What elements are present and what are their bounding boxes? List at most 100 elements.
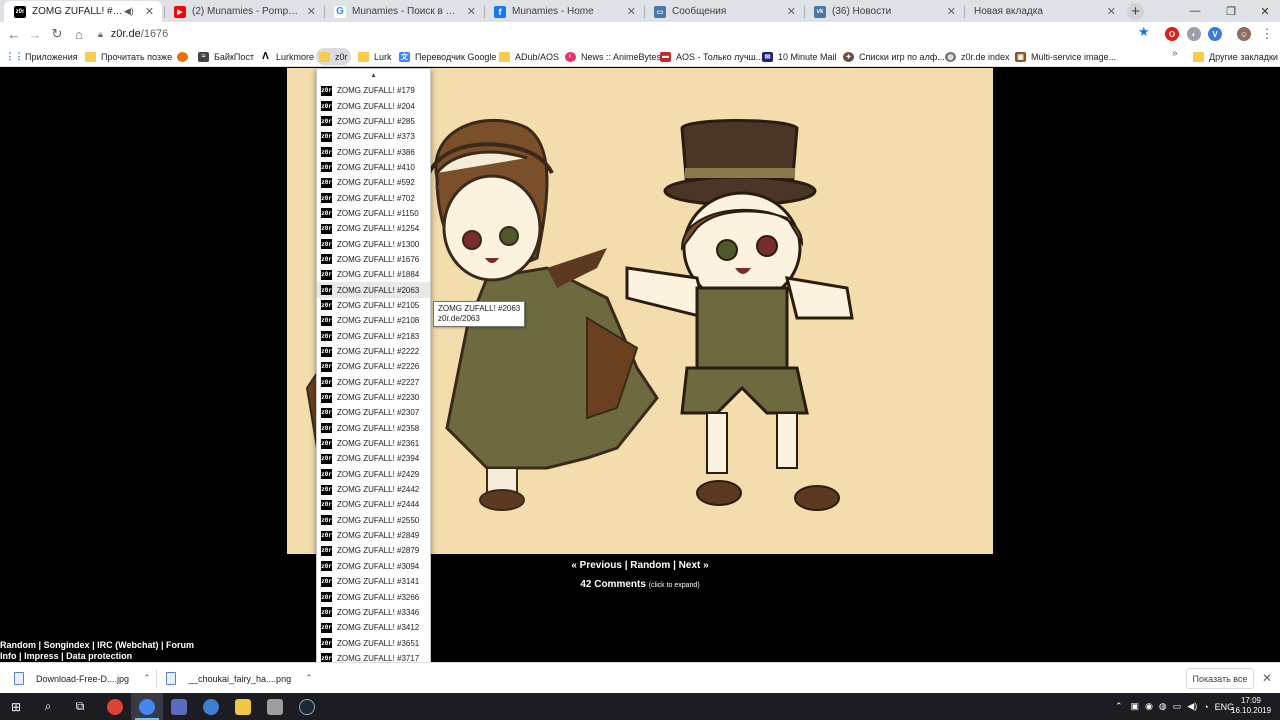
bookmark-aos[interactable]: ▬ AOS - Только лучш... xyxy=(657,48,766,65)
bookmark-google-translate[interactable]: 文 Переводчик Google xyxy=(396,48,499,65)
next-link[interactable]: Next » xyxy=(679,560,709,571)
more-bookmarks-icon[interactable]: » xyxy=(1172,48,1178,59)
address-bar[interactable]: 🔒︎ z0r.de/1676 xyxy=(92,24,1162,44)
footer-data-protection-link[interactable]: Data protection xyxy=(66,651,132,661)
footer-irc-link[interactable]: IRC (Webchat) xyxy=(97,640,158,650)
forward-button[interactable]: → xyxy=(26,25,44,43)
close-icon[interactable]: ✕ xyxy=(947,5,956,18)
vpn-icon[interactable]: V xyxy=(1208,27,1222,41)
download-item[interactable]: __choukai_fairy_ha....png ⌃ xyxy=(156,666,313,691)
bookmark-folder-item[interactable]: z0r ZOMG ZUFALL! #702 xyxy=(317,190,430,205)
random-link[interactable]: Random xyxy=(630,560,670,571)
bookmark-folder-item[interactable]: z0r ZOMG ZUFALL! #3094 xyxy=(317,559,430,574)
taskbar-app-chrome[interactable] xyxy=(99,693,131,720)
bookmark-folder-item[interactable]: z0r ZOMG ZUFALL! #2183 xyxy=(317,329,430,344)
bookmark-folder-item[interactable]: z0r ZOMG ZUFALL! #373 xyxy=(317,129,430,144)
taskbar-app-chrome-active[interactable] xyxy=(131,693,163,720)
bookmark-folder-item[interactable]: z0r ZOMG ZUFALL! #2879 xyxy=(317,543,430,558)
tab-z0r[interactable]: z0r ZOMG ZUFALL! #1676 ◀) ✕ xyxy=(4,1,162,22)
bookmark-folder-item[interactable]: z0r ZOMG ZUFALL! #2361 xyxy=(317,436,430,451)
tab-facebook[interactable]: f Munamies - Home ✕ xyxy=(484,1,644,22)
window-close-button[interactable]: ✕ xyxy=(1248,0,1280,22)
bookmark-folder-item[interactable]: z0r ZOMG ZUFALL! #3346 xyxy=(317,605,430,620)
tab-vk-news[interactable]: vk (36) Новости ✕ xyxy=(804,1,964,22)
home-button[interactable]: ⌂ xyxy=(70,25,88,43)
comments-toggle[interactable]: 42 Comments (click to expand) xyxy=(0,579,1280,590)
bookmark-read-later[interactable]: Прочитать позже xyxy=(82,48,175,65)
bookmark-folder-lurk[interactable]: Lurk xyxy=(355,48,395,65)
bookmark-folder-item[interactable]: z0r ZOMG ZUFALL! #2444 xyxy=(317,497,430,512)
tab-new[interactable]: Новая вкладка ✕ xyxy=(964,1,1124,22)
bookmark-bikepost[interactable]: ≈ БайкПост xyxy=(195,48,257,65)
close-icon[interactable]: ✕ xyxy=(145,5,154,18)
task-view-icon[interactable]: ⧉ xyxy=(64,693,96,720)
speaker-icon[interactable]: ◀) xyxy=(124,6,134,17)
avatar[interactable]: ☺ xyxy=(1237,27,1251,41)
taskbar-app-media[interactable] xyxy=(259,693,291,720)
taskbar-app-save[interactable] xyxy=(163,693,195,720)
bookmark-folder-item[interactable]: z0r ZOMG ZUFALL! #1300 xyxy=(317,236,430,251)
bookmark-star-icon[interactable]: ★ xyxy=(1138,24,1150,40)
bookmark-folder-item[interactable]: z0r ZOMG ZUFALL! #2063 xyxy=(317,282,430,298)
tray-vpn-icon[interactable]: ◍ xyxy=(1159,701,1167,712)
bookmark-folder-item[interactable]: z0r ZOMG ZUFALL! #2226 xyxy=(317,359,430,374)
tab-youtube[interactable]: ▶ (2) Munamies - Pomppufiilis - Yo ✕ xyxy=(164,1,324,22)
bookmark-folder-item[interactable]: z0r ZOMG ZUFALL! #285 xyxy=(317,114,430,129)
bookmark-folder-item[interactable]: z0r ZOMG ZUFALL! #3651 xyxy=(317,635,430,650)
bookmark-folder-item[interactable]: z0r ZOMG ZUFALL! #2230 xyxy=(317,390,430,405)
tab-google[interactable]: G Munamies - Поиск в Google ✕ xyxy=(324,1,484,22)
close-icon[interactable]: ✕ xyxy=(467,5,476,18)
bookmark-folder-item[interactable]: z0r ZOMG ZUFALL! #3141 xyxy=(317,574,430,589)
bookmark-folder-item[interactable]: z0r ZOMG ZUFALL! #386 xyxy=(317,144,430,159)
volume-icon[interactable]: ◀) xyxy=(1187,701,1197,712)
bookmark-folder-item[interactable]: z0r ZOMG ZUFALL! #592 xyxy=(317,175,430,190)
restore-button[interactable]: ❐ xyxy=(1214,0,1248,22)
bookmark-folder-item[interactable]: z0r ZOMG ZUFALL! #2222 xyxy=(317,344,430,359)
bookmark-folder-item[interactable]: z0r ZOMG ZUFALL! #179 xyxy=(317,83,430,98)
start-button[interactable]: ⊞ xyxy=(0,693,32,720)
footer-info-link[interactable]: Info xyxy=(0,651,17,661)
bookmark-animebytes[interactable]: ◐ News :: AnimeBytes xyxy=(562,48,664,65)
search-icon[interactable]: ⌕ xyxy=(32,693,64,720)
close-icon[interactable]: ✕ xyxy=(307,5,316,18)
previous-link[interactable]: « Previous xyxy=(571,560,622,571)
tray-app-icon[interactable]: ▣ xyxy=(1131,701,1140,712)
chevron-up-icon[interactable]: ⌃ xyxy=(143,673,151,684)
back-button[interactable]: ← xyxy=(5,25,23,43)
bookmark-folder-item[interactable]: z0r ZOMG ZUFALL! #410 xyxy=(317,160,430,175)
bookmark-z0r-index[interactable]: ◍ z0r.de index xyxy=(942,48,1013,65)
bookmark-folder-item[interactable]: z0r ZOMG ZUFALL! #2442 xyxy=(317,482,430,497)
bookmark-folder-item[interactable]: z0r ZOMG ZUFALL! #1150 xyxy=(317,206,430,221)
bookmark-folder-item[interactable]: z0r ZOMG ZUFALL! #2227 xyxy=(317,375,430,390)
minimize-button[interactable]: — xyxy=(1178,0,1212,22)
bookmark-other[interactable]: Другие закладки xyxy=(1190,48,1280,65)
bookmark-folder-item[interactable]: z0r ZOMG ZUFALL! #2394 xyxy=(317,451,430,466)
close-icon[interactable]: ✕ xyxy=(787,5,796,18)
bookmark-folder-item[interactable]: z0r ZOMG ZUFALL! #2358 xyxy=(317,421,430,436)
footer-songindex-link[interactable]: Songindex xyxy=(44,640,90,650)
bookmark-apps[interactable]: ⋮⋮ Приложения xyxy=(6,48,81,65)
bookmark-folder-item[interactable]: z0r ZOMG ZUFALL! #204 xyxy=(317,98,430,113)
extension-icon[interactable]: ◐ xyxy=(1187,27,1201,41)
tray-chrome-icon[interactable]: ◉ xyxy=(1145,701,1153,712)
bookmark-lurkmore[interactable]: Λ Lurkmore xyxy=(257,48,317,65)
scroll-up-icon[interactable]: ▲ xyxy=(317,69,430,83)
footer-forum-link[interactable]: Forum xyxy=(166,640,194,650)
taskbar-app-explorer[interactable] xyxy=(227,693,259,720)
bookmark-cookie[interactable] xyxy=(174,48,196,65)
bookmark-folder-z0r[interactable]: z0r xyxy=(316,48,351,65)
new-tab-button[interactable]: + xyxy=(1127,3,1144,20)
bookmark-folder-item[interactable]: z0r ZOMG ZUFALL! #1676 xyxy=(317,252,430,267)
bookmark-folder-item[interactable]: z0r ZOMG ZUFALL! #1884 xyxy=(317,267,430,282)
bookmark-folder-item[interactable]: z0r ZOMG ZUFALL! #2429 xyxy=(317,467,430,482)
chevron-up-icon[interactable]: ⌃ xyxy=(1115,701,1123,712)
chevron-up-icon[interactable]: ⌃ xyxy=(305,673,313,684)
bookmark-10-minute-mail[interactable]: ✉ 10 Minute Mail xyxy=(759,48,840,65)
taskbar-app-qbittorrent[interactable] xyxy=(195,693,227,720)
clock[interactable]: 17:09 16.10.2019 xyxy=(1231,696,1271,716)
bookmark-folder-item[interactable]: z0r ZOMG ZUFALL! #3412 xyxy=(317,620,430,635)
menu-icon[interactable]: ⋮ xyxy=(1258,25,1276,43)
show-all-downloads-button[interactable]: Показать все xyxy=(1186,668,1254,689)
bookmark-multi-service-image[interactable]: ▣ Multi-service image... xyxy=(1012,48,1119,65)
opera-icon[interactable]: O xyxy=(1165,27,1179,41)
